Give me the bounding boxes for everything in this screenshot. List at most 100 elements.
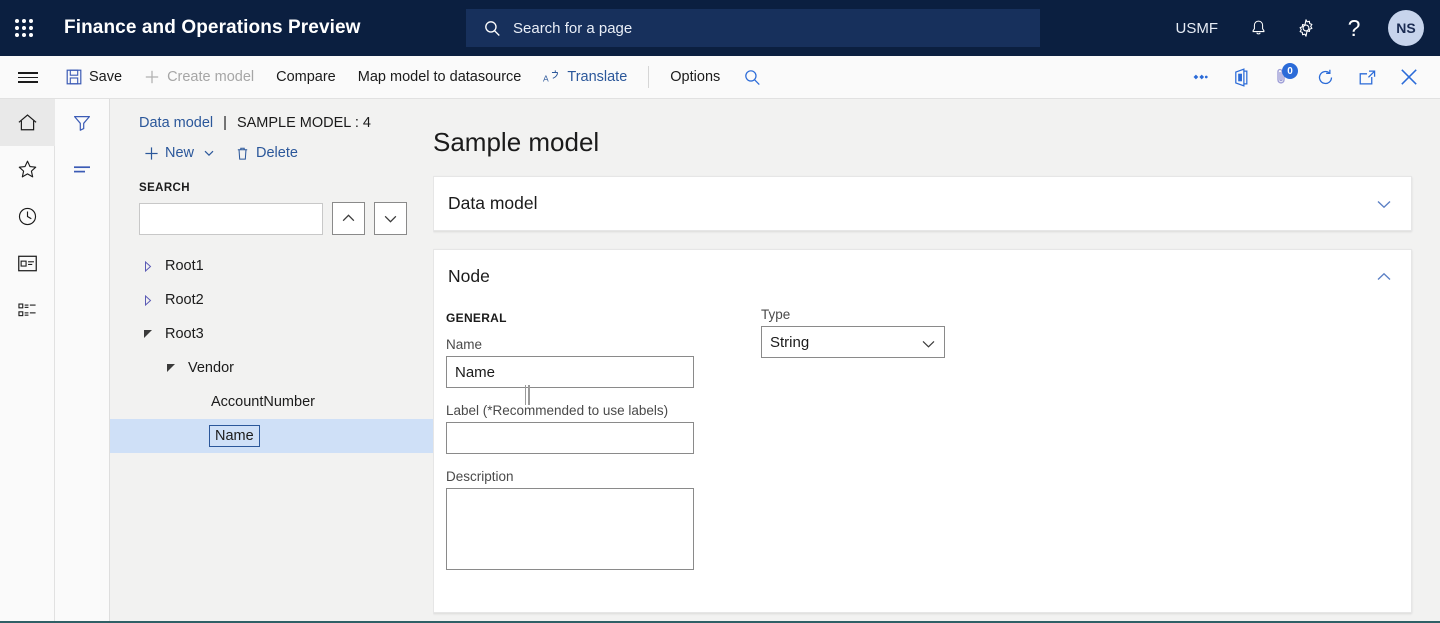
detail-pane: Sample model Data model Node GENERAL Nam…	[433, 99, 1440, 623]
command-search-button[interactable]	[731, 56, 773, 98]
tree-node-label: Name	[209, 425, 260, 447]
chevron-down-icon[interactable]	[1375, 198, 1393, 210]
notification-bell-icon[interactable]	[1236, 6, 1280, 50]
sidebar-item-modules[interactable]	[0, 287, 55, 334]
tree-node-label: AccountNumber	[211, 394, 315, 410]
compare-label: Compare	[276, 69, 336, 85]
node-form-left-column: GENERAL Name Label (*Recommended to use …	[446, 307, 746, 590]
filter-button[interactable]	[55, 99, 110, 146]
section-title: Node	[448, 266, 490, 286]
chevron-down-filled-icon[interactable]	[162, 359, 180, 377]
data-model-tree-pane: Data model | SAMPLE MODEL : 4 New Delete…	[110, 99, 530, 623]
tree-node-root3[interactable]: Root3	[110, 317, 433, 351]
star-icon	[18, 160, 36, 178]
lines-button[interactable]	[55, 146, 110, 193]
field-type: Type	[761, 307, 1397, 358]
tree-node-name[interactable]: Name	[110, 419, 433, 453]
translate-button[interactable]: A Translate	[532, 56, 638, 98]
create-model-button[interactable]: Create model	[133, 56, 265, 98]
field-type-label: Type	[761, 307, 791, 322]
app-launcher-button[interactable]	[0, 0, 48, 56]
tree-toolbar: New Delete	[110, 131, 433, 166]
page-body: Data model | SAMPLE MODEL : 4 New Delete…	[0, 99, 1440, 623]
action-rail	[55, 99, 110, 623]
command-bar-right: 0	[1178, 56, 1440, 98]
svg-text:A: A	[543, 74, 549, 84]
tree-node-spacer	[185, 427, 203, 445]
home-icon	[18, 114, 36, 131]
type-select[interactable]	[761, 326, 945, 358]
tree-node-root1[interactable]: Root1	[110, 249, 433, 283]
map-model-to-datasource-button[interactable]: Map model to datasource	[347, 56, 533, 98]
navigation-menu-button[interactable]	[0, 56, 55, 98]
command-separator	[648, 66, 650, 88]
tree-node-label: Root3	[165, 326, 204, 342]
save-button[interactable]: Save	[55, 56, 133, 98]
tree-node-root2[interactable]: Root2	[110, 283, 433, 317]
help-question-icon[interactable]: ?	[1332, 6, 1376, 50]
options-button[interactable]: Options	[659, 56, 731, 98]
description-textarea[interactable]	[446, 488, 694, 570]
workspace-icon	[17, 255, 37, 272]
app-title: Finance and Operations Preview	[64, 17, 361, 38]
refresh-icon[interactable]	[1304, 56, 1346, 98]
new-button[interactable]: New	[136, 140, 223, 166]
chevron-down-filled-icon[interactable]	[139, 325, 157, 343]
content-area: Data model | SAMPLE MODEL : 4 New Delete…	[110, 99, 1440, 623]
field-label-label: Label (*Recommended to use labels)	[446, 403, 669, 418]
top-navigation-bar: Finance and Operations Preview Search fo…	[0, 0, 1440, 56]
pane-splitter-handle[interactable]	[524, 384, 530, 406]
filter-icon	[74, 115, 90, 131]
tree-node-label: Root1	[165, 258, 204, 274]
breadcrumb-current: SAMPLE MODEL : 4	[236, 115, 371, 131]
global-search-placeholder: Search for a page	[513, 19, 633, 37]
search-input[interactable]	[139, 202, 323, 235]
breadcrumb-divider: |	[223, 115, 227, 131]
company-selector[interactable]: USMF	[1162, 20, 1233, 37]
global-search-box[interactable]: Search for a page	[466, 9, 1040, 47]
tree-node-vendor[interactable]: Vendor	[110, 351, 433, 385]
chevron-right-icon[interactable]	[139, 257, 157, 275]
tree-node-label: Root2	[165, 292, 204, 308]
close-icon[interactable]	[1388, 56, 1430, 98]
chevron-right-icon[interactable]	[139, 291, 157, 309]
tree-node-accountnumber[interactable]: AccountNumber	[110, 385, 433, 419]
name-input[interactable]	[446, 356, 694, 388]
model-tree: Root1 Root2 Root3 Vendor AccountNumber N…	[110, 235, 433, 453]
compare-button[interactable]: Compare	[265, 56, 347, 98]
chevron-up-icon[interactable]	[1375, 271, 1393, 283]
translate-icon: A	[543, 70, 559, 84]
type-select-wrapper	[761, 326, 945, 358]
open-in-new-window-icon[interactable]	[1346, 56, 1388, 98]
tree-node-spacer	[185, 393, 203, 411]
application-window: Finance and Operations Preview Search fo…	[0, 0, 1440, 623]
attachments-icon[interactable]: 0	[1262, 56, 1304, 98]
sidebar-item-recent[interactable]	[0, 193, 55, 240]
section-node-header[interactable]: Node	[434, 250, 1411, 303]
waffle-grid-icon	[15, 19, 33, 37]
office-integration-icon[interactable]	[1220, 56, 1262, 98]
delete-button-label: Delete	[256, 145, 298, 161]
breadcrumb-link-data-model[interactable]: Data model	[139, 115, 213, 131]
create-model-label: Create model	[167, 69, 255, 85]
section-data-model: Data model	[433, 176, 1412, 231]
field-description-label: Description	[446, 469, 514, 484]
search-previous-button[interactable]	[332, 202, 365, 235]
tree-search-label: SEARCH	[139, 182, 190, 194]
user-avatar[interactable]: NS	[1388, 10, 1424, 46]
section-title: Data model	[448, 193, 538, 213]
section-data-model-header[interactable]: Data model	[434, 177, 1411, 230]
label-input[interactable]	[446, 422, 694, 454]
related-information-icon[interactable]	[1178, 56, 1220, 98]
search-next-button[interactable]	[374, 202, 407, 235]
sidebar-item-workspaces[interactable]	[0, 240, 55, 287]
sidebar-item-home[interactable]	[0, 99, 55, 146]
map-model-label: Map model to datasource	[357, 69, 522, 85]
settings-gear-icon[interactable]	[1284, 6, 1328, 50]
sidebar-item-favorites[interactable]	[0, 146, 55, 193]
delete-button[interactable]: Delete	[227, 140, 306, 166]
section-node-body: GENERAL Name Label (*Recommended to use …	[434, 303, 1411, 612]
field-name: Name	[446, 337, 746, 388]
topbar-right-actions: USMF ? NS	[1162, 0, 1440, 56]
section-node: Node GENERAL Name Name Label (*Recommend…	[433, 249, 1412, 613]
